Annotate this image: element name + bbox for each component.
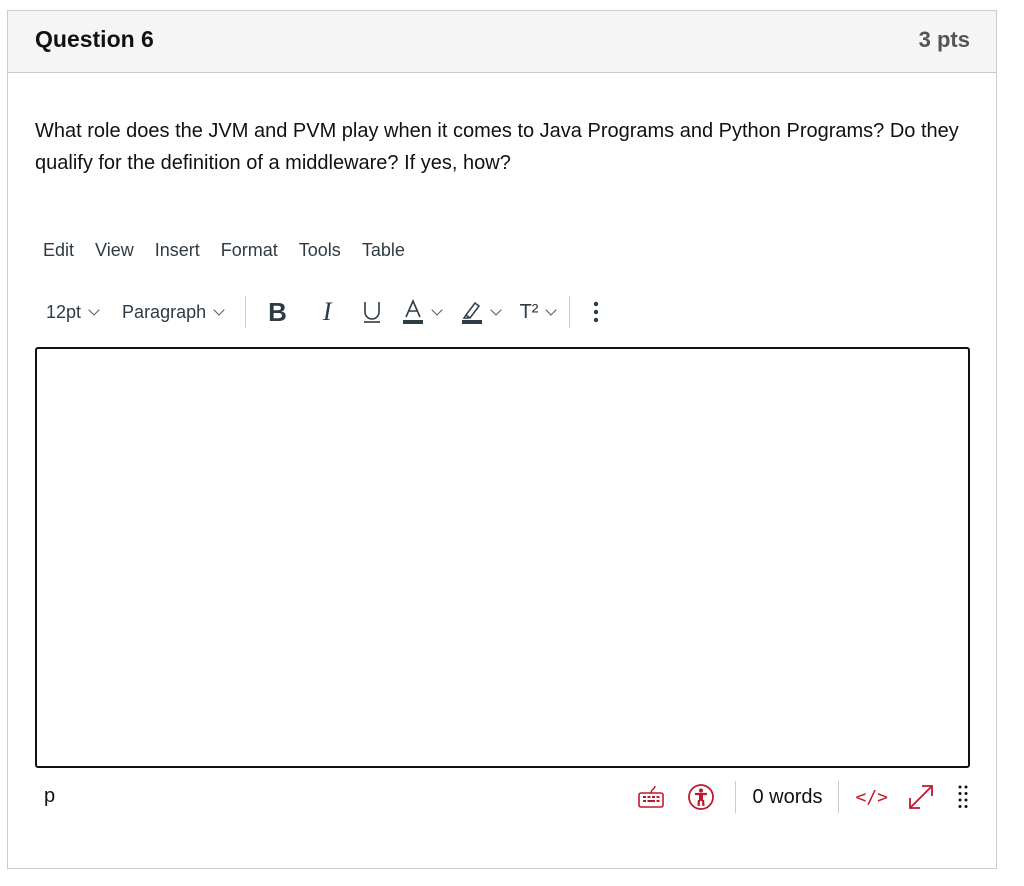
underline-button[interactable]	[362, 299, 382, 325]
accessibility-checker-button[interactable]	[687, 783, 715, 811]
chevron-down-icon	[88, 303, 100, 316]
superscript-button[interactable]: T²	[519, 300, 558, 324]
drag-handle-icon	[958, 785, 968, 808]
chevron-down-icon	[213, 303, 225, 316]
expand-icon	[909, 785, 933, 809]
toolbar-divider	[245, 296, 247, 328]
menu-insert[interactable]: Insert	[155, 240, 200, 261]
toolbar-divider	[569, 296, 571, 328]
html-editor-toggle[interactable]: </>	[855, 787, 888, 808]
question-text: What role does the JVM and PVM play when…	[35, 120, 959, 174]
more-vertical-icon	[594, 301, 599, 323]
fullscreen-button[interactable]	[906, 782, 936, 812]
word-count[interactable]: 0 words	[752, 786, 822, 809]
text-color-icon	[402, 299, 423, 324]
editor-toolbar: 12pt Paragraph B I T²	[46, 292, 600, 332]
question-points: 3 pts	[918, 27, 970, 52]
more-options-button[interactable]	[592, 300, 600, 324]
chevron-down-icon	[489, 303, 502, 316]
editor-statusbar: p 0 words </>	[35, 777, 970, 817]
menu-table[interactable]: Table	[362, 240, 405, 261]
text-color-button[interactable]	[402, 298, 443, 326]
editor-menubar: Edit View Insert Format Tools Table	[43, 240, 426, 261]
element-path[interactable]: p	[44, 785, 55, 808]
statusbar-divider	[838, 781, 840, 813]
resize-handle[interactable]	[958, 785, 968, 809]
block-format-dropdown[interactable]: Paragraph	[122, 301, 225, 323]
statusbar-divider	[735, 781, 737, 813]
superscript-icon: T²	[519, 300, 539, 323]
keyboard-icon	[638, 785, 665, 808]
chevron-down-icon	[545, 303, 558, 316]
block-format-value: Paragraph	[122, 301, 207, 322]
highlight-icon	[461, 301, 482, 324]
question-title: Question 6	[35, 26, 154, 52]
keyboard-shortcuts-button[interactable]	[637, 784, 665, 810]
font-size-dropdown[interactable]: 12pt	[46, 301, 100, 323]
rich-text-editor-area[interactable]	[35, 347, 970, 768]
question-header: Question 6 3 pts	[8, 11, 996, 73]
chevron-down-icon	[430, 303, 443, 316]
accessibility-icon	[688, 784, 715, 810]
bold-button[interactable]: B	[268, 297, 287, 328]
menu-format[interactable]: Format	[221, 240, 278, 261]
menu-edit[interactable]: Edit	[43, 240, 74, 261]
underline-icon	[363, 302, 380, 323]
italic-button[interactable]: I	[323, 297, 332, 327]
menu-tools[interactable]: Tools	[299, 240, 341, 261]
highlight-color-button[interactable]	[461, 298, 502, 326]
font-size-value: 12pt	[46, 301, 82, 322]
menu-view[interactable]: View	[95, 240, 134, 261]
